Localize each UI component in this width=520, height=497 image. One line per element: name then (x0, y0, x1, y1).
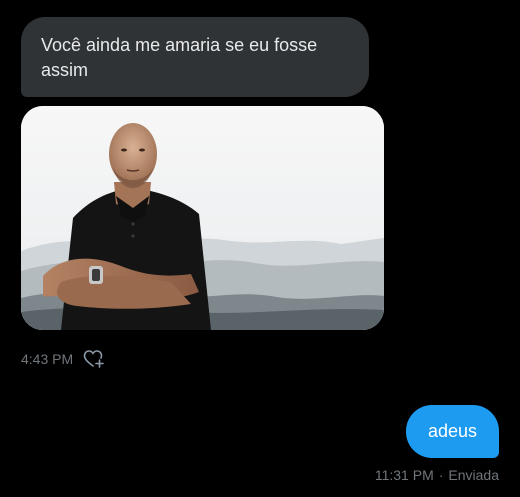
sent-message-text: adeus (427, 421, 477, 441)
received-photo-attachment[interactable] (21, 106, 384, 330)
received-message-meta: 4:43 PM (21, 349, 105, 369)
photo-image (21, 106, 384, 330)
sent-timestamp: 11:31 PM (374, 467, 434, 483)
received-timestamp: 4:43 PM (21, 351, 74, 367)
sent-message-bubble[interactable]: adeus (405, 405, 499, 458)
meta-separator: · (438, 467, 444, 483)
heart-plus-icon[interactable] (83, 349, 105, 369)
received-message-bubble[interactable]: Você ainda me amaria se eu fosse assim (21, 17, 369, 97)
sent-status: Enviada (448, 467, 499, 483)
received-message-text: Você ainda me amaria se eu fosse assim (41, 35, 318, 80)
sent-message-meta: 11:31 PM · Enviada (375, 466, 499, 484)
